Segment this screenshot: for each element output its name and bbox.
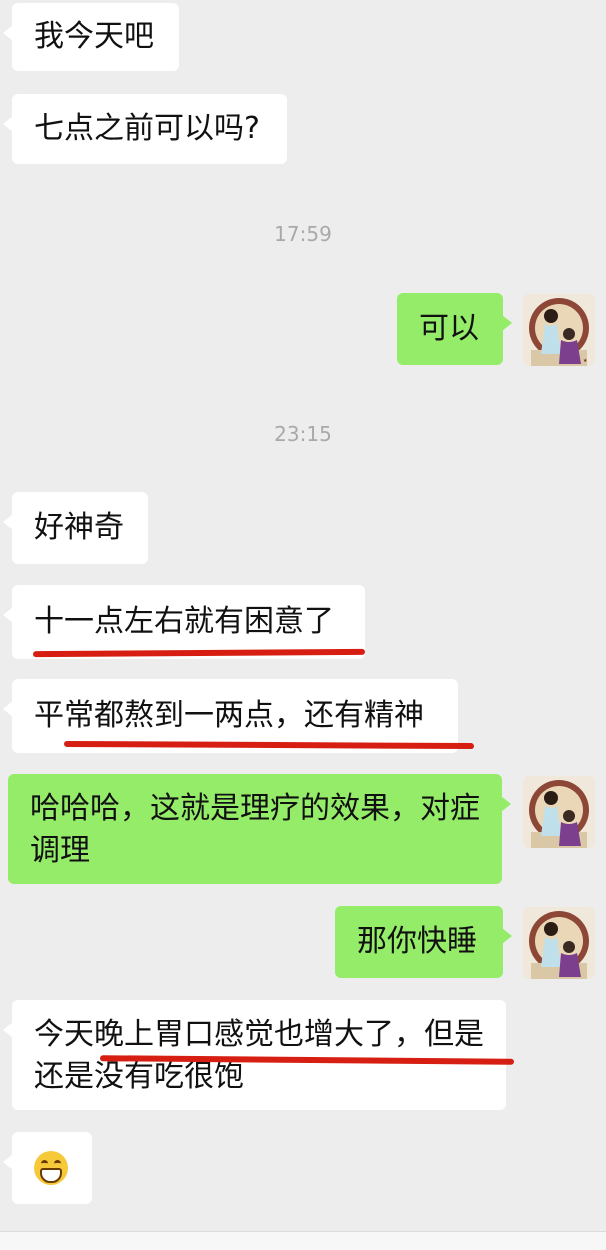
message-text: 可以 <box>419 311 479 346</box>
message-text: 那你快睡 <box>357 924 477 959</box>
message-bubble-incoming[interactable]: 好神奇 <box>3 492 148 564</box>
message-text: 平常都熬到一两点，还有精神 <box>34 698 424 733</box>
svg-text:★: ★ <box>583 358 588 364</box>
message-text: 我今天吧 <box>34 19 154 54</box>
avatar-portrait-icon: ★ <box>523 294 595 366</box>
timestamp: 23:15 <box>274 422 332 446</box>
avatar-portrait-icon <box>523 776 595 848</box>
message-text: 七点之前可以吗? <box>34 111 260 146</box>
message-bubble-outgoing[interactable]: 可以 <box>397 293 512 365</box>
message-text: 十一点左右就有困意了 <box>34 604 334 639</box>
message-bubble-outgoing[interactable]: 那你快睡 <box>335 906 512 978</box>
message-bubble-incoming[interactable]: 七点之前可以吗? <box>3 94 287 164</box>
avatar[interactable]: ★ <box>523 294 595 366</box>
timestamp: 17:59 <box>274 222 332 246</box>
message-text: 哈哈哈，这就是理疗的效果，对症调理 <box>30 791 480 868</box>
avatar[interactable] <box>523 776 595 848</box>
input-bar-edge <box>0 1231 606 1250</box>
message-text: 好神奇 <box>34 510 124 545</box>
message-bubble-incoming[interactable]: 十一点左右就有困意了 <box>3 585 365 659</box>
message-bubble-incoming[interactable]: 今天晚上胃口感觉也增大了，但是还是没有吃很饱 <box>3 1000 506 1110</box>
message-bubble-incoming[interactable] <box>3 1132 92 1204</box>
chat-history[interactable]: 我今天吧 七点之前可以吗? 17:59 可以 ★ 23:15 好神奇 十一点左右… <box>0 0 606 1250</box>
grinning-emoji-icon <box>34 1151 68 1185</box>
message-bubble-incoming[interactable]: 我今天吧 <box>3 3 179 71</box>
avatar-portrait-icon <box>523 907 595 979</box>
message-bubble-outgoing[interactable]: 哈哈哈，这就是理疗的效果，对症调理 <box>8 774 511 884</box>
avatar[interactable] <box>523 907 595 979</box>
